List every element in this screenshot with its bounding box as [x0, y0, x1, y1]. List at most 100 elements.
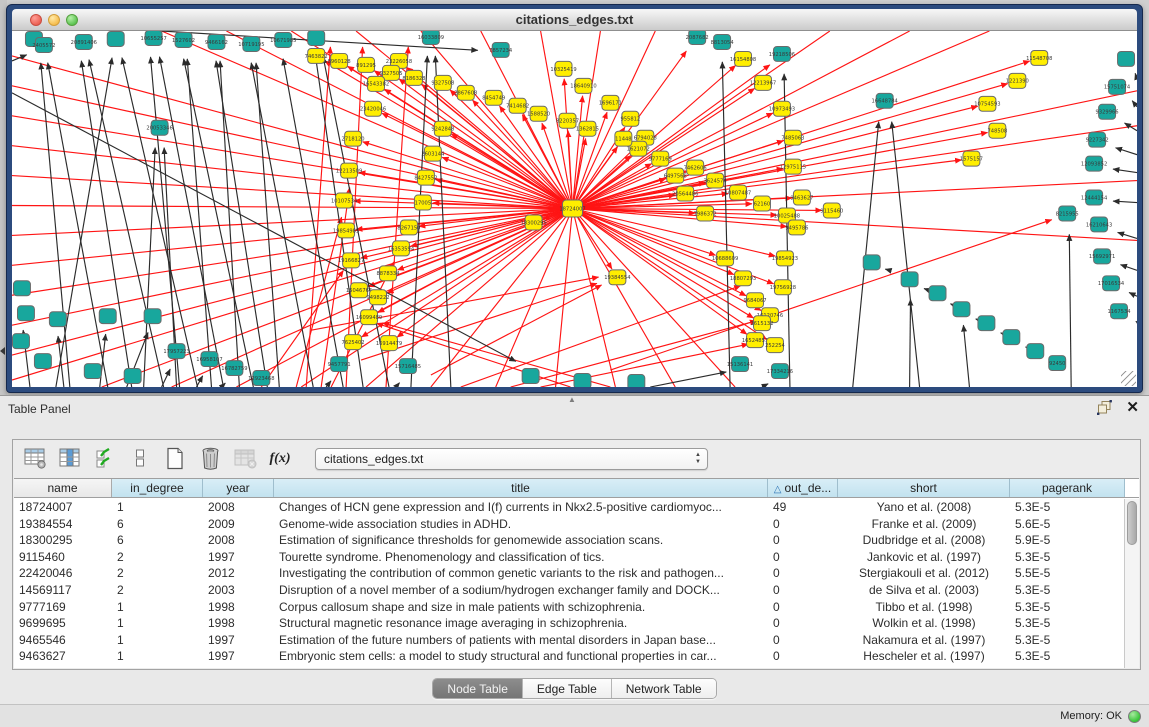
show-columns-icon[interactable]	[58, 447, 82, 471]
citation-edge-black[interactable]	[151, 57, 180, 387]
column-header-year[interactable]: year	[203, 479, 274, 497]
citation-edge-black[interactable]	[853, 122, 879, 387]
citation-edge-black[interactable]	[885, 269, 889, 270]
citation-network-graph[interactable]: 2405572208914061065525715276029466162107…	[12, 31, 1137, 387]
graph-node-teal[interactable]	[978, 316, 995, 331]
table-row[interactable]: 1938455462009Genome-wide association stu…	[14, 516, 1124, 533]
graph-node-teal[interactable]	[628, 375, 645, 387]
citation-edge-black[interactable]	[892, 122, 920, 387]
citation-edge-black[interactable]	[89, 60, 164, 387]
citation-edge-black[interactable]	[650, 372, 726, 387]
column-header-short[interactable]: short	[838, 479, 1010, 497]
citation-edge-black[interactable]	[81, 61, 131, 387]
table-row[interactable]: 911546021997Tourette syndrome. Phenomeno…	[14, 549, 1124, 566]
citation-edge-black[interactable]	[12, 55, 27, 61]
table-row[interactable]: 969969511998Structural magnetic resonanc…	[14, 615, 1124, 632]
citation-edge-black[interactable]	[963, 325, 969, 387]
citation-edge-black[interactable]	[762, 384, 768, 387]
tab-edge-table[interactable]: Edge Table	[523, 679, 612, 698]
graph-node-teal[interactable]	[84, 364, 101, 379]
table-row[interactable]: 946362711997Embryonic stem cells: a mode…	[14, 648, 1124, 665]
citation-edge-black[interactable]	[1118, 232, 1137, 238]
graph-node-teal[interactable]	[34, 354, 51, 369]
citation-edge-black[interactable]	[184, 59, 254, 387]
graph-node-teal[interactable]	[953, 302, 970, 317]
graph-node-teal[interactable]	[49, 312, 66, 327]
column-header-title[interactable]: title	[274, 479, 768, 497]
citation-edge-black[interactable]	[56, 58, 112, 387]
citation-edge-black[interactable]	[1113, 201, 1137, 202]
citation-edge-red[interactable]	[573, 126, 1137, 209]
graph-node-teal[interactable]	[107, 31, 124, 46]
graph-node-teal[interactable]	[1027, 344, 1044, 359]
row-height-icon[interactable]	[128, 447, 152, 471]
citation-edge-black[interactable]	[41, 63, 70, 387]
graph-node-teal[interactable]	[17, 306, 34, 321]
column-header-out-degree[interactable]: △out_de...	[768, 479, 838, 497]
function-builder-icon[interactable]: f(x)	[268, 447, 292, 471]
graph-node-teal[interactable]	[929, 286, 946, 301]
graph-node-teal[interactable]	[144, 309, 161, 324]
citation-edge-black[interactable]	[187, 59, 211, 387]
graph-node-teal[interactable]	[901, 272, 918, 287]
citation-edge-black[interactable]	[160, 57, 224, 387]
citation-edge-black[interactable]	[1113, 169, 1137, 173]
citation-edge-black[interactable]	[1129, 293, 1137, 297]
graph-node-teal[interactable]	[574, 374, 591, 387]
column-header-name[interactable]: name	[14, 479, 112, 497]
citation-edge-red[interactable]	[12, 176, 573, 209]
table-row[interactable]: 1872400712008Changes of HCN gene express…	[14, 499, 1124, 516]
table-mode-icon[interactable]	[23, 447, 47, 471]
graph-node-teal[interactable]	[1003, 330, 1020, 345]
citation-edge-red[interactable]	[573, 209, 776, 257]
graph-node-teal[interactable]	[522, 369, 539, 384]
citation-edge-red[interactable]	[556, 209, 573, 387]
citation-edge-black[interactable]	[283, 59, 343, 387]
citation-edge-black[interactable]	[1136, 321, 1137, 322]
column-select-icon[interactable]	[93, 447, 117, 471]
citation-edge-red[interactable]	[397, 209, 572, 338]
citation-edge-black[interactable]	[197, 376, 203, 387]
citation-edge-red[interactable]	[573, 209, 676, 387]
citation-edge-black[interactable]	[396, 383, 400, 387]
graph-node-teal[interactable]	[863, 255, 880, 270]
graph-node-teal[interactable]	[99, 309, 116, 324]
close-panel-icon[interactable]: ✕	[1126, 400, 1139, 415]
citation-edge-black[interactable]	[100, 334, 106, 387]
table-scrollbar[interactable]	[1124, 499, 1139, 668]
graph-node-teal[interactable]	[124, 369, 141, 384]
table-row[interactable]: 946554611997Estimation of the future num…	[14, 632, 1124, 649]
citation-edge-black[interactable]	[162, 369, 171, 387]
citation-edge-black[interactable]	[1069, 234, 1071, 387]
create-table-icon[interactable]	[163, 447, 187, 471]
float-panel-icon[interactable]	[1097, 400, 1112, 415]
column-header-in-degree[interactable]: in_degree	[112, 479, 203, 497]
citation-edge-red[interactable]	[12, 209, 573, 381]
table-row[interactable]: 977716911998Corpus callosum shape and si…	[14, 599, 1124, 616]
citation-edge-red[interactable]	[573, 209, 612, 269]
network-canvas[interactable]: 2405572208914061065525715276029466162107…	[12, 31, 1137, 387]
citation-edge-black[interactable]	[1132, 101, 1137, 107]
tab-node-table[interactable]: Node Table	[433, 679, 523, 698]
citation-edge-black[interactable]	[722, 62, 730, 387]
column-header-pagerank[interactable]: pagerank	[1010, 479, 1125, 497]
table-row[interactable]: 2242004622012Investigating the contribut…	[14, 565, 1124, 582]
citation-edge-black[interactable]	[1116, 148, 1137, 155]
scrollbar-thumb[interactable]	[1127, 501, 1137, 545]
citation-edge-black[interactable]	[910, 299, 911, 387]
citation-edge-black[interactable]	[1120, 265, 1137, 271]
citation-edge-black[interactable]	[122, 58, 198, 387]
citation-edge-red[interactable]	[306, 47, 330, 387]
graph-node-teal[interactable]	[1118, 51, 1135, 66]
tab-network-table[interactable]: Network Table	[612, 679, 716, 698]
table-row[interactable]: 1830029562008Estimation of significance …	[14, 532, 1124, 549]
table-select-dropdown[interactable]: citations_edges.txt ▲▼	[315, 448, 708, 470]
citation-edge-black[interactable]	[326, 381, 331, 387]
citation-edge-black[interactable]	[1135, 73, 1137, 78]
collapse-panel-icon[interactable]	[0, 347, 5, 355]
citation-edge-red[interactable]	[573, 209, 787, 227]
citation-edge-red[interactable]	[12, 56, 573, 209]
graph-node-teal[interactable]	[308, 31, 325, 45]
window-titlebar[interactable]: citations_edges.txt	[12, 9, 1137, 31]
window-resize-grip[interactable]	[1121, 371, 1136, 386]
